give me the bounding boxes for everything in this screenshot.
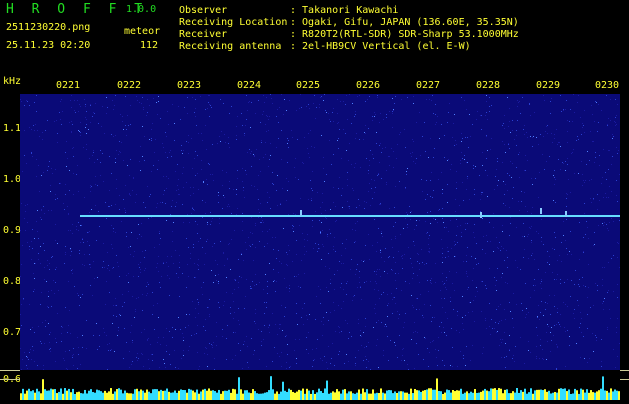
meteor-label: meteor (124, 26, 161, 37)
app-version: 1.0.0 (126, 4, 157, 15)
filename-label: 2511230220.png (6, 22, 91, 33)
antenna-value: : 2el-HB9CV Vertical (el. E-W) (290, 41, 471, 52)
time-tick: 0230 (595, 80, 620, 91)
time-tick: 0221 (56, 80, 81, 91)
receiver-key: Receiver (179, 29, 228, 40)
freq-tick: 0.8 (3, 276, 22, 287)
time-tick: 0223 (177, 80, 202, 91)
time-tick: 0225 (296, 80, 321, 91)
time-tick: 0226 (356, 80, 381, 91)
time-tick: 0228 (476, 80, 501, 91)
observer-value: : Takanori Kawachi (290, 5, 399, 16)
freq-tick: 0.9 (3, 225, 22, 236)
location-key: Receiving Location (179, 17, 288, 28)
freq-tick: 1.1 (3, 123, 22, 134)
time-axis: kHz 0221 0222 0223 0224 0225 0226 0227 0… (0, 74, 629, 94)
meteor-echo (565, 211, 567, 217)
right-margin (620, 94, 629, 370)
datetime-label: 25.11.23 02:20 (6, 40, 91, 51)
meteor-echo (540, 208, 542, 214)
time-tick: 0227 (416, 80, 441, 91)
receiver-value: : R820T2(RTL-SDR) SDR-Sharp 53.1000MHz (290, 29, 519, 40)
meteor-echo (480, 212, 482, 218)
freq-unit-label: kHz (3, 76, 22, 87)
location-value: : Ogaki, Gifu, JAPAN (136.60E, 35.35N) (290, 17, 519, 28)
carrier-line (80, 215, 620, 217)
header-panel: H R O F F T 1.0.0 2511230220.png meteor … (0, 0, 629, 74)
signal-strength-panel (20, 370, 620, 400)
time-tick: 0224 (237, 80, 262, 91)
observer-key: Observer (179, 5, 228, 16)
meteor-count: 112 (140, 40, 159, 51)
signal-strength-svg (20, 376, 620, 400)
time-tick: 0222 (117, 80, 142, 91)
antenna-key: Receiving antenna (179, 41, 282, 52)
freq-tick: 0.7 (3, 327, 22, 338)
spectrogram-plot (20, 94, 620, 370)
freq-tick: 1.0 (3, 174, 22, 185)
time-tick: 0229 (536, 80, 561, 91)
meteor-echo (300, 210, 302, 216)
spectrogram-svg (20, 94, 620, 370)
